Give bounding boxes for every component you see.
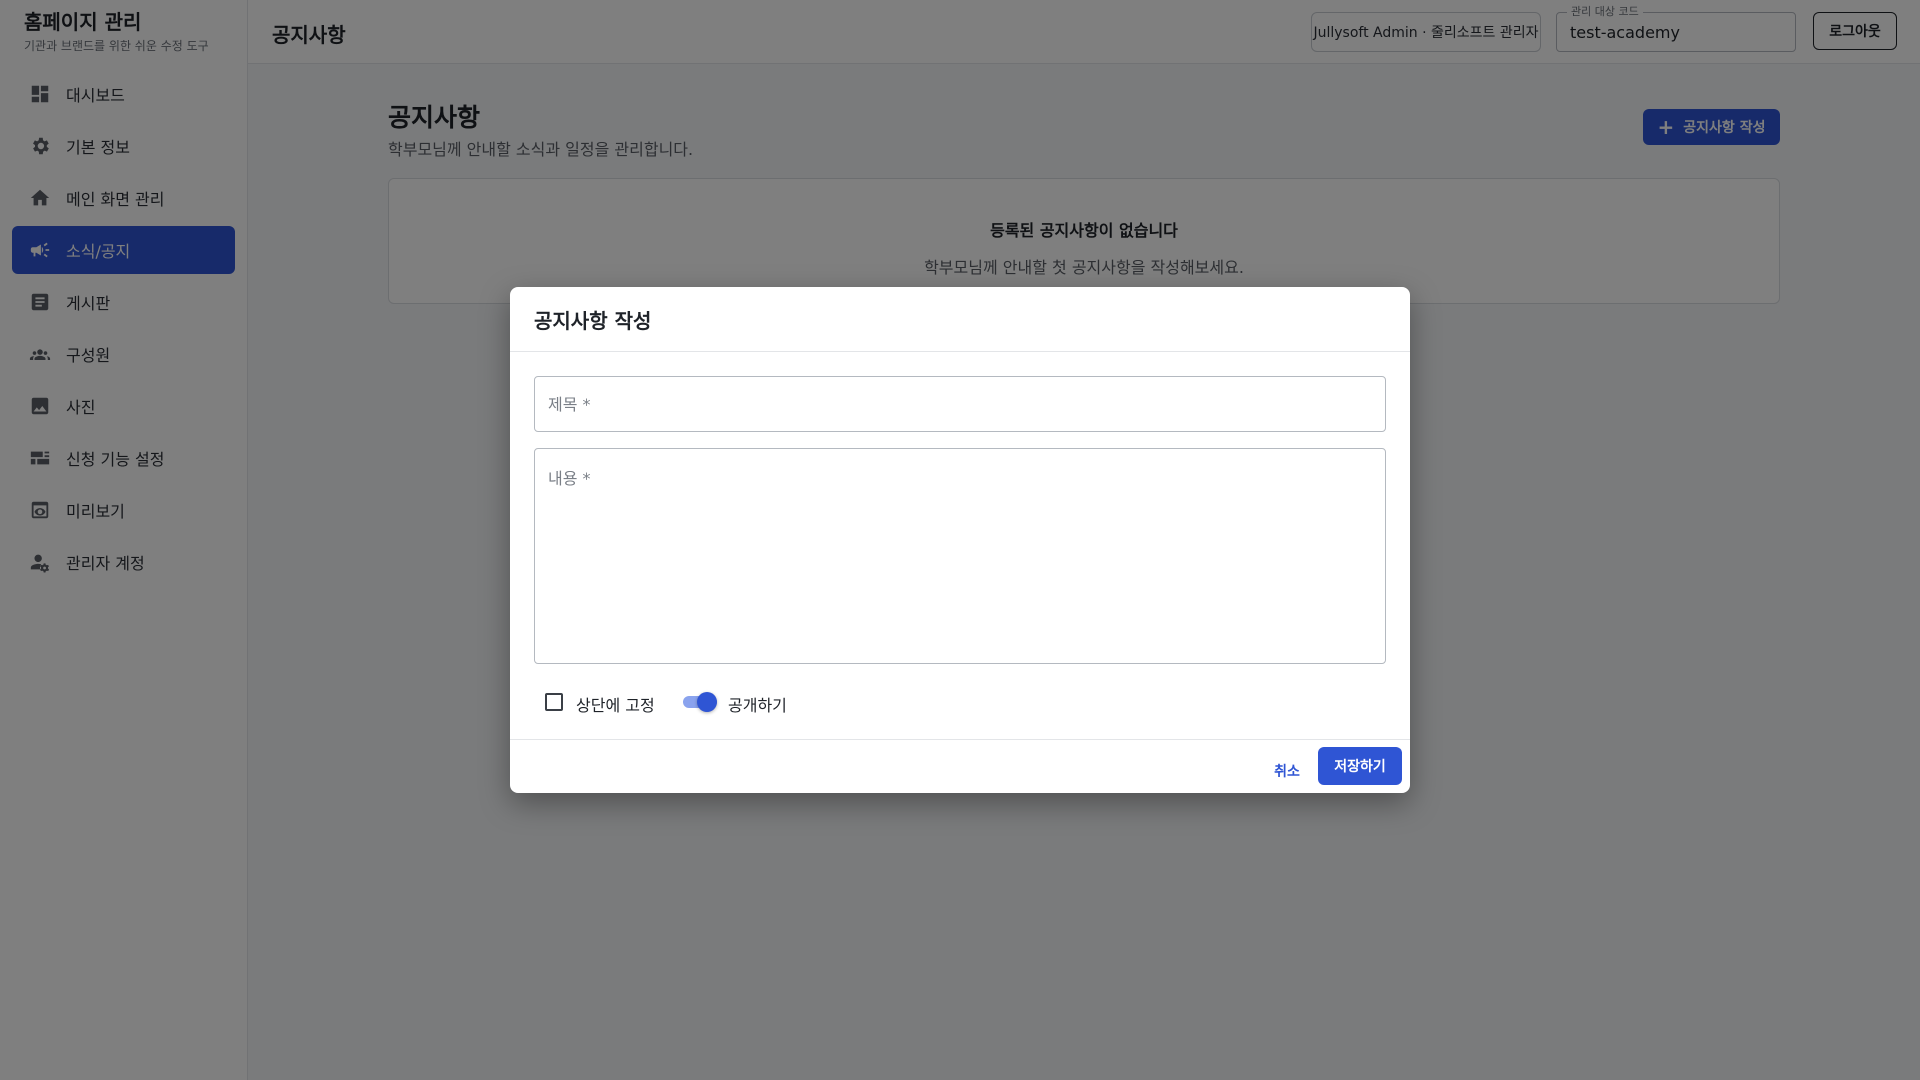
- dialog-title: 공지사항 작성: [534, 309, 652, 333]
- publish-toggle[interactable]: [681, 691, 719, 713]
- dialog-divider: [510, 739, 1410, 740]
- pin-to-top-label: 상단에 고정: [576, 696, 655, 715]
- notice-content-textarea[interactable]: [534, 448, 1386, 664]
- publish-toggle-thumb: [697, 692, 717, 712]
- publish-label: 공개하기: [728, 696, 787, 715]
- dialog-divider: [510, 351, 1410, 352]
- notice-title-input[interactable]: [534, 376, 1386, 432]
- cancel-button[interactable]: 취소: [1258, 753, 1316, 789]
- save-button[interactable]: 저장하기: [1318, 747, 1402, 785]
- notice-create-dialog: 공지사항 작성 상단에 고정 공개하기 취소 저장하기: [510, 287, 1410, 793]
- pin-to-top-checkbox[interactable]: [545, 693, 563, 711]
